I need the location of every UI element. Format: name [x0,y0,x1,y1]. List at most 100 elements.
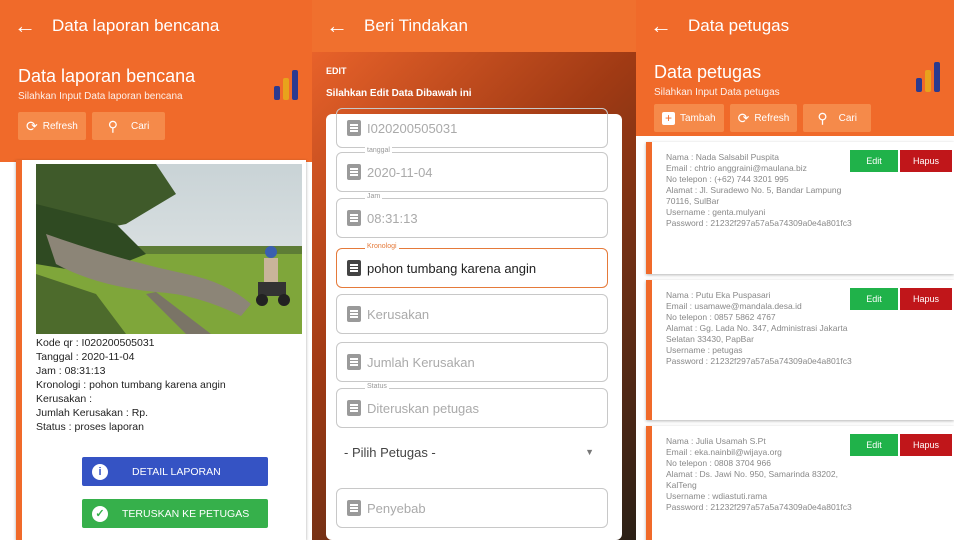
refresh-button[interactable]: ⟳ Refresh [729,104,798,132]
officer-list-screen: ← Data petugas Data petugas Silahkan Inp… [636,0,954,540]
report-photo [36,164,302,334]
status-value: Diteruskan petugas [367,400,480,416]
refresh-button[interactable]: ⟳ Refresh [18,112,86,140]
officer-email: Email : eka.nainbil@wijaya.org [666,447,782,457]
officer-select-value: - Pilih Petugas - [344,444,436,460]
officer-details: Nama : Julia Usamah S.Pt Email : eka.nai… [666,436,856,513]
officer-address: Alamat : Ds. Jawi No. 950, Samarinda 832… [666,469,838,490]
officer-name: Nama : Nada Salsabil Puspita [666,152,779,162]
kronologi-text: Kronologi : pohon tumbang karena angin [36,379,226,391]
refresh-icon: ⟳ [26,118,38,134]
edit-form: I020200505031 tanggal 2020-11-04 Jam 08:… [326,108,622,540]
back-arrow-icon[interactable]: ← [326,15,364,37]
kode-qr-field[interactable]: I020200505031 [336,108,608,148]
edit-button[interactable]: Edit [850,434,898,456]
kronologi-field[interactable]: Kronologi pohon tumbang karena angin [336,243,608,288]
tanggal-field[interactable]: tanggal 2020-11-04 [336,147,608,192]
officer-email: Email : usamawe@mandala.desa.id [666,301,802,311]
officer-name: Nama : Julia Usamah S.Pt [666,436,766,446]
action-screen: ← Beri Tindakan EDIT Silahkan Edit Data … [312,0,636,540]
clipboard-icon [347,210,361,226]
status-field-label: Status [365,383,389,390]
refresh-icon: ⟳ [737,110,750,126]
refresh-label: Refresh [754,112,790,124]
jam-field-label: Jam [365,193,383,200]
officer-card: Nama : Julia Usamah S.Pt Email : eka.nai… [646,426,954,540]
tanggal-field-label: tanggal [365,147,392,154]
clipboard-icon [347,260,361,276]
report-list-screen: ← Data laporan bencana Data laporan benc… [0,0,312,540]
edit-button[interactable]: Edit [850,150,898,172]
page-title: Data petugas [654,62,762,82]
forward-label: TERUSKAN KE PETUGAS [122,507,250,520]
officer-address: Alamat : Gg. Lada No. 347, Administrasi … [666,323,848,344]
officer-username: Username : petugas [666,345,743,355]
officer-username: Username : genta.mulyani [666,207,766,217]
edit-subtitle: Silahkan Edit Data Dibawah ini [326,88,472,99]
back-arrow-icon[interactable]: ← [650,15,688,37]
app-bar-title: Data laporan bencana [52,16,220,35]
search-icon: ⚲ [817,110,828,126]
kerusakan-field[interactable]: Kerusakan [336,294,608,334]
add-button[interactable]: + Tambah [654,104,724,132]
officer-password: Password : 21232f297a57a5a74309a0e4a801f… [666,502,852,512]
officer-address: Alamat : Jl. Suradewo No. 5, Bandar Lamp… [666,185,842,206]
jam-value: 08:31:13 [367,210,418,226]
tanggal-text: Tanggal : 2020-11-04 [36,351,135,363]
search-icon: ⚲ [107,118,119,134]
kerusakan-text: Kerusakan : [36,393,93,405]
search-button[interactable]: ⚲ Cari [91,112,166,140]
forward-to-officer-button[interactable]: ✓ TERUSKAN KE PETUGAS [82,499,268,528]
app-bar: ← Data laporan bencana [0,0,312,52]
jam-text: Jam : 08:31:13 [36,365,106,377]
clipboard-icon [347,164,361,180]
edit-header: EDIT Silahkan Edit Data Dibawah ini [326,66,472,99]
check-icon: ✓ [92,505,108,522]
plus-icon: + [662,111,675,125]
report-card: Kode qr : I020200505031 Tanggal : 2020-1… [16,160,306,540]
tanggal-value: 2020-11-04 [367,164,433,180]
info-icon: i [92,463,108,480]
officer-phone: No telepon : 0808 3704 966 [666,458,771,468]
penyebab-placeholder: Penyebab [367,500,426,516]
delete-button[interactable]: Hapus [900,150,952,172]
refresh-label: Refresh [42,120,78,132]
officer-phone: No telepon : (+62) 744 3201 995 [666,174,789,184]
officer-password: Password : 21232f297a57a5a74309a0e4a801f… [666,218,852,228]
status-text: Status : proses laporan [36,421,144,433]
status-field[interactable]: Status Diteruskan petugas [336,383,608,428]
jam-field[interactable]: Jam 08:31:13 [336,193,608,238]
edit-button[interactable]: Edit [850,288,898,310]
kode-qr-value: I020200505031 [367,120,458,136]
search-label: Cari [131,120,150,132]
delete-button[interactable]: Hapus [900,434,952,456]
detail-report-button[interactable]: i DETAIL LAPORAN [82,457,268,486]
edit-label: EDIT [326,66,347,76]
officer-phone: No telepon : 0857 5862 4767 [666,312,776,322]
search-button[interactable]: ⚲ Cari [803,104,871,132]
report-details: Kode qr : I020200505031 Tanggal : 2020-1… [36,336,226,434]
jumlah-kerusakan-field[interactable]: Jumlah Kerusakan [336,342,608,382]
officer-select[interactable]: - Pilih Petugas - ▼ [336,432,608,472]
app-bar-title: Data petugas [688,16,790,35]
page-title: Data laporan bencana [18,66,196,86]
bar-chart-icon [916,62,940,92]
officer-details: Nama : Nada Salsabil Puspita Email : cht… [666,152,856,229]
officer-details: Nama : Putu Eka Puspasari Email : usamaw… [666,290,856,367]
back-arrow-icon[interactable]: ← [14,15,52,37]
bar-chart-icon [274,70,298,100]
penyebab-field[interactable]: Penyebab [336,488,608,528]
officer-email: Email : chtrio anggraini@maulana.biz [666,163,807,173]
app-bar: ← Beri Tindakan [312,0,636,52]
jumlah-text: Jumlah Kerusakan : Rp. [36,407,149,419]
detail-report-label: DETAIL LAPORAN [132,465,221,478]
officer-password: Password : 21232f297a57a5a74309a0e4a801f… [666,356,852,366]
clipboard-icon [347,306,361,322]
jumlah-kerusakan-placeholder: Jumlah Kerusakan [367,354,475,370]
add-label: Tambah [680,112,716,124]
officer-username: Username : wdiastuti.rama [666,491,768,501]
kode-qr-text: Kode qr : I020200505031 [36,337,155,349]
delete-button[interactable]: Hapus [900,288,952,310]
kronologi-value: pohon tumbang karena angin [367,260,537,276]
header-section: Data petugas Silahkan Input Data petugas… [636,52,954,136]
